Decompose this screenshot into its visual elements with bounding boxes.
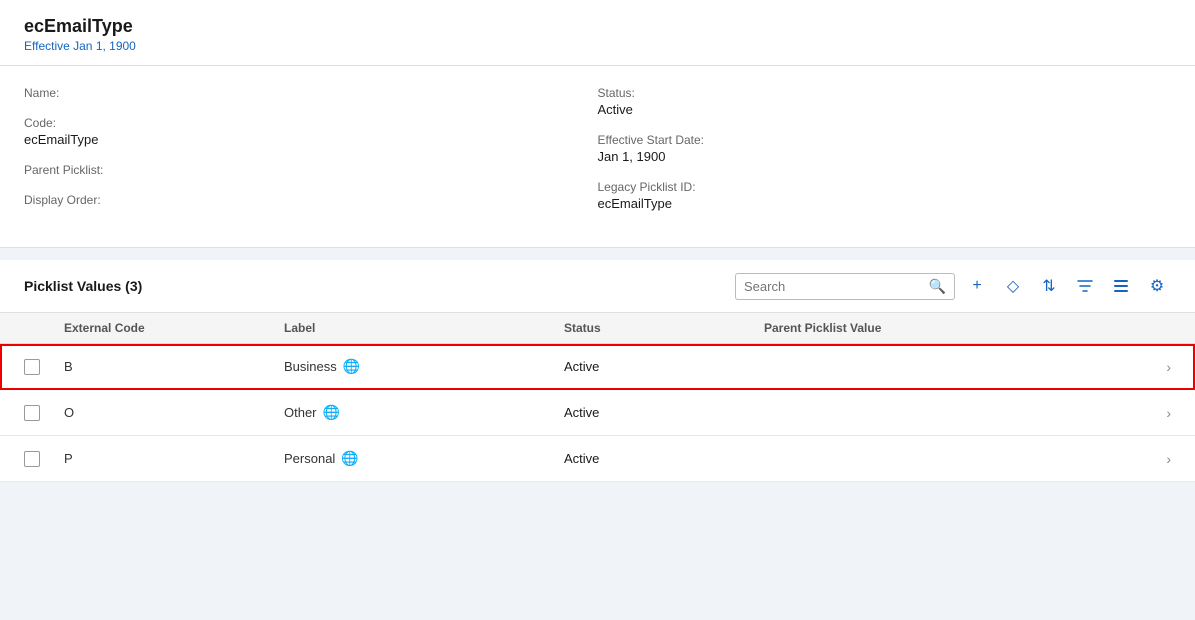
legacy-picklist-id-value: ecEmailType xyxy=(598,196,1172,211)
name-label: Name: xyxy=(24,86,598,100)
toolbar-right: 🔍 + ◇ ⇅ ⚙ xyxy=(735,272,1171,300)
chevron-right-b: › xyxy=(1141,359,1171,375)
parent-picklist-label: Parent Picklist: xyxy=(24,163,598,177)
detail-legacy-picklist-id: Legacy Picklist ID: ecEmailType xyxy=(598,180,1172,211)
table-row[interactable]: B Business 🌐 Active › xyxy=(0,344,1195,390)
row-label-business: Business 🌐 xyxy=(284,358,564,375)
detail-display-order: Display Order: xyxy=(24,193,598,207)
detail-status: Status: Active xyxy=(598,86,1172,117)
effective-start-date-value: Jan 1, 1900 xyxy=(598,149,1172,164)
header-status: Status xyxy=(564,321,764,335)
row-checkbox-p[interactable] xyxy=(24,451,64,467)
globe-icon: 🌐 xyxy=(341,450,358,467)
header-section: ecEmailType Effective Jan 1, 1900 xyxy=(0,0,1195,66)
legacy-picklist-id-label: Legacy Picklist ID: xyxy=(598,180,1172,194)
row-checkbox-o[interactable] xyxy=(24,405,64,421)
row-code-p: P xyxy=(64,451,284,466)
row-code-o: O xyxy=(64,405,284,420)
diamond-button[interactable]: ◇ xyxy=(999,272,1027,300)
details-grid: Name: Code: ecEmailType Parent Picklist:… xyxy=(24,86,1171,227)
settings-button[interactable]: ⚙ xyxy=(1143,272,1171,300)
details-section: Name: Code: ecEmailType Parent Picklist:… xyxy=(0,66,1195,248)
chevron-right-p: › xyxy=(1141,451,1171,467)
row-status-b: Active xyxy=(564,359,764,374)
picklist-header: Picklist Values (3) 🔍 + ◇ ⇅ xyxy=(0,260,1195,313)
page-container: ecEmailType Effective Jan 1, 1900 Name: … xyxy=(0,0,1195,482)
row-label-personal: Personal 🌐 xyxy=(284,450,564,467)
globe-icon: 🌐 xyxy=(343,358,360,375)
header-parent-picklist-value: Parent Picklist Value xyxy=(764,321,1141,335)
row-status-o: Active xyxy=(564,405,764,420)
header-label: Label xyxy=(284,321,564,335)
search-icon: 🔍 xyxy=(929,278,946,295)
table-row[interactable]: O Other 🌐 Active › xyxy=(0,390,1195,436)
header-action-col xyxy=(1141,321,1171,335)
globe-icon: 🌐 xyxy=(323,404,340,421)
list-button[interactable] xyxy=(1107,272,1135,300)
table-header: External Code Label Status Parent Pickli… xyxy=(0,313,1195,344)
display-order-label: Display Order: xyxy=(24,193,598,207)
effective-date: Effective Jan 1, 1900 xyxy=(24,39,1171,53)
detail-parent-picklist: Parent Picklist: xyxy=(24,163,598,177)
row-code-b: B xyxy=(64,359,284,374)
header-checkbox-col xyxy=(24,321,64,335)
search-box[interactable]: 🔍 xyxy=(735,273,955,300)
details-left: Name: Code: ecEmailType Parent Picklist:… xyxy=(24,86,598,227)
picklist-title: Picklist Values (3) xyxy=(24,278,142,294)
detail-effective-start-date: Effective Start Date: Jan 1, 1900 xyxy=(598,133,1172,164)
sort-button[interactable]: ⇅ xyxy=(1035,272,1063,300)
row-label-other: Other 🌐 xyxy=(284,404,564,421)
row-status-p: Active xyxy=(564,451,764,466)
search-input[interactable] xyxy=(744,279,929,294)
detail-code: Code: ecEmailType xyxy=(24,116,598,147)
picklist-section: Picklist Values (3) 🔍 + ◇ ⇅ xyxy=(0,260,1195,482)
code-value: ecEmailType xyxy=(24,132,598,147)
row-checkbox[interactable] xyxy=(24,359,64,375)
code-label: Code: xyxy=(24,116,598,130)
add-button[interactable]: + xyxy=(963,272,991,300)
status-value: Active xyxy=(598,102,1172,117)
filter-button[interactable] xyxy=(1071,272,1099,300)
chevron-right-o: › xyxy=(1141,405,1171,421)
checkbox-b[interactable] xyxy=(24,359,40,375)
effective-start-date-label: Effective Start Date: xyxy=(598,133,1172,147)
detail-name: Name: xyxy=(24,86,598,100)
details-right: Status: Active Effective Start Date: Jan… xyxy=(598,86,1172,227)
status-label: Status: xyxy=(598,86,1172,100)
page-title: ecEmailType xyxy=(24,16,1171,37)
checkbox-p[interactable] xyxy=(24,451,40,467)
table-row[interactable]: P Personal 🌐 Active › xyxy=(0,436,1195,482)
checkbox-o[interactable] xyxy=(24,405,40,421)
header-external-code: External Code xyxy=(64,321,284,335)
